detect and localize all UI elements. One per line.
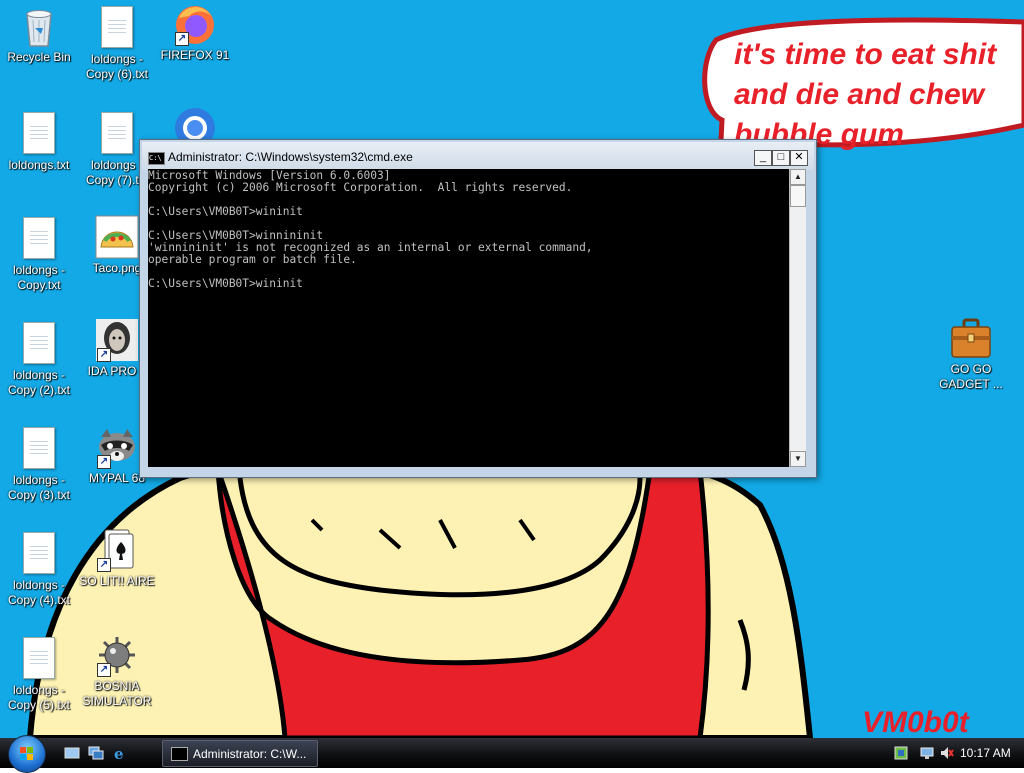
switch-windows-icon[interactable] (88, 746, 104, 760)
desktop-icon-label: loldongs - Copy.txt (12, 263, 66, 292)
cmd-window-title: Administrator: C:\Windows\system32\cmd.e… (168, 150, 413, 164)
desktop-icon-firefox[interactable]: ↗ FIREFOX 91 (156, 2, 234, 63)
network-tray-icon[interactable] (894, 746, 908, 760)
desktop-icon-recycle-bin[interactable]: Recycle Bin (0, 4, 78, 65)
scroll-up-arrow[interactable]: ▲ (790, 169, 806, 185)
taco-image-icon (95, 215, 139, 259)
svg-text:e: e (114, 746, 124, 760)
briefcase-icon (949, 316, 993, 360)
volume-muted-icon[interactable] (940, 746, 954, 760)
clock[interactable]: 10:17 AM (960, 746, 1011, 760)
desktop-icon-loldongs[interactable]: loldongs.txt (0, 110, 78, 173)
desktop-icon-label: loldongs - Copy (3).txt (7, 473, 70, 502)
desktop-icon-loldongs-copy-6[interactable]: loldongs - Copy (6).txt (78, 4, 156, 82)
monitor-tray-icon[interactable] (920, 746, 934, 760)
cmd-app-icon[interactable]: C:\ (148, 152, 165, 165)
show-desktop-icon[interactable] (64, 746, 80, 760)
cmd-console[interactable]: Microsoft Windows [Version 6.0.6003] Cop… (148, 169, 789, 467)
internet-explorer-icon[interactable]: e (112, 746, 128, 760)
text-file-icon (17, 532, 61, 576)
desktop-icon-go-go-gadget[interactable]: GO GO GADGET ... (932, 316, 1010, 392)
desktop-icon-label: loldongs - Copy (5).txt (7, 683, 70, 712)
raccoon-icon: ↗ (95, 425, 139, 469)
desktop-icon-label: Recycle Bin (7, 50, 71, 64)
desktop-icon-label: GO GO GADGET ... (939, 362, 1003, 391)
speech-line-1: it's time to eat shit (734, 38, 998, 71)
desktop-icon-label: loldongs - Copy (2).txt (7, 368, 70, 397)
desktop-icon-label: FIREFOX 91 (160, 48, 230, 62)
desktop-icon-loldongs-copy-5[interactable]: loldongs - Copy (5).txt (0, 635, 78, 713)
taskbar-button-cmd[interactable]: Administrator: C:\W... (162, 740, 318, 767)
desktop-icon-loldongs-copy[interactable]: loldongs - Copy.txt (0, 215, 78, 293)
start-button[interactable] (8, 735, 46, 773)
windows-logo-icon (20, 747, 33, 760)
desktop: it's time to eat shit and die and chew b… (0, 0, 1024, 738)
desktop-icon-label: loldongs - Copy (4).txt (7, 578, 70, 607)
close-button[interactable]: ✕ (790, 150, 808, 166)
desktop-icon-label: loldongs - Copy (6).txt (85, 52, 148, 81)
minesweeper-icon: ↗ (95, 633, 139, 677)
scroll-thumb[interactable] (790, 185, 806, 207)
cmd-title-bar[interactable]: C:\ Administrator: C:\Windows\system32\c… (142, 142, 814, 170)
cmd-output: Microsoft Windows [Version 6.0.6003] Cop… (148, 169, 593, 290)
solitaire-icon: ↗ (95, 528, 139, 572)
text-file-icon (95, 6, 139, 50)
text-file-icon (17, 217, 61, 261)
cmd-taskbar-icon (171, 747, 188, 761)
scroll-down-arrow[interactable]: ▼ (790, 451, 806, 467)
taskbar: e Administrator: C:\W... 10:17 AM (0, 735, 1024, 773)
cmd-window[interactable]: C:\ Administrator: C:\Windows\system32\c… (139, 139, 817, 478)
text-file-icon (17, 112, 61, 156)
text-file-icon (17, 322, 61, 366)
minimize-button[interactable]: _ (754, 150, 772, 166)
desktop-icon-solitaire[interactable]: ↗ SO LIT!! AIRE (78, 528, 156, 589)
speech-line-2: and die and chew (734, 78, 986, 111)
desktop-icon-label: loldongs.txt (8, 158, 70, 172)
text-file-icon (17, 637, 61, 681)
cmd-scrollbar[interactable]: ▲ ▼ (789, 169, 806, 467)
desktop-icon-label: BOSNIA SIMULATOR (82, 679, 152, 708)
ida-pro-icon: ↗ (95, 318, 139, 362)
recycle-bin-icon (17, 4, 61, 48)
taskbar-button-label: Administrator: C:\W... (193, 747, 307, 761)
desktop-icon-loldongs-copy-2[interactable]: loldongs - Copy (2).txt (0, 320, 78, 398)
text-file-icon (95, 112, 139, 156)
text-file-icon (17, 427, 61, 471)
desktop-icon-label: SO LIT!! AIRE (79, 574, 155, 588)
desktop-icon-loldongs-copy-4[interactable]: loldongs - Copy (4).txt (0, 530, 78, 608)
desktop-icon-bosnia-simulator[interactable]: ↗ BOSNIA SIMULATOR (78, 633, 156, 709)
system-tray: 10:17 AM (890, 738, 1024, 768)
desktop-icon-loldongs-copy-3[interactable]: loldongs - Copy (3).txt (0, 425, 78, 503)
wallpaper-signature: VM0b0t (862, 706, 971, 738)
firefox-icon: ↗ (173, 2, 217, 46)
maximize-button[interactable]: □ (772, 150, 790, 166)
